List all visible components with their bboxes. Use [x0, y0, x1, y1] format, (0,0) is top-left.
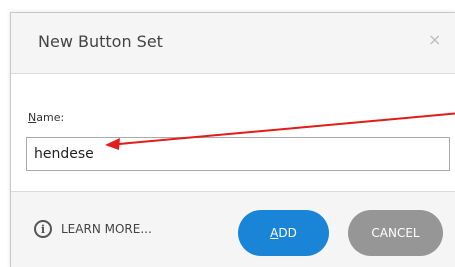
- dialog-footer: i LEARN MORE... A DD CANCEL: [11, 192, 455, 267]
- new-button-set-dialog: New Button Set × Name: i LEARN MORE... A…: [10, 12, 455, 267]
- cancel-button[interactable]: CANCEL: [348, 210, 443, 256]
- add-button-accelerator: A: [270, 226, 279, 240]
- close-icon[interactable]: ×: [428, 32, 441, 48]
- name-label-text: ame:: [36, 111, 65, 124]
- add-button[interactable]: A DD: [238, 210, 329, 256]
- info-icon: i: [34, 220, 52, 238]
- learn-more-link[interactable]: i LEARN MORE...: [34, 220, 152, 238]
- dialog-title: New Button Set: [38, 32, 163, 51]
- dialog-body: Name:: [11, 74, 455, 192]
- name-label: Name:: [28, 111, 64, 124]
- learn-more-label: LEARN MORE...: [61, 222, 152, 236]
- add-button-label: DD: [278, 226, 297, 240]
- screenshot-stage: New Button Set × Name: i LEARN MORE... A…: [0, 0, 455, 267]
- dialog-header: New Button Set ×: [11, 13, 455, 74]
- name-input[interactable]: [26, 137, 450, 171]
- name-label-accelerator: N: [28, 111, 37, 124]
